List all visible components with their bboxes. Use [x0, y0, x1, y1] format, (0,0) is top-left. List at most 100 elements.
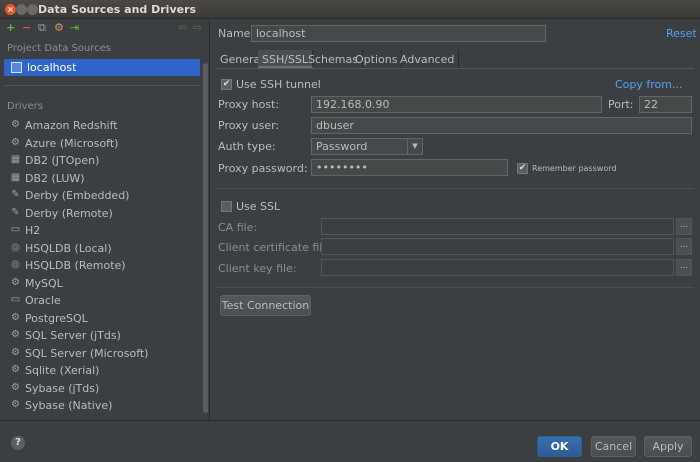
proxy-user-label: Proxy user: [218, 119, 280, 132]
driver-label: SQL Server (jTds) [25, 329, 121, 342]
driver-item[interactable]: ◎ HSQLDB (Remote) [10, 257, 200, 274]
driver-icon: ⚙ [11, 329, 20, 340]
driver-icon: ⚙ [11, 381, 20, 393]
tab-underline [216, 68, 694, 69]
driver-item[interactable]: ✎ Derby (Remote) [10, 205, 200, 222]
driver-label: H2 [25, 224, 41, 237]
driver-label: Sybase (Native) [25, 399, 113, 412]
client-cert-browse-button[interactable]: ... [676, 238, 692, 255]
client-cert-label: Client certificate file: [218, 241, 333, 254]
remember-password-checkbox[interactable]: ✔ [517, 163, 528, 174]
cancel-button[interactable]: Cancel [591, 436, 636, 457]
minimize-icon[interactable] [16, 4, 27, 15]
datasource-item-localhost[interactable]: localhost [4, 59, 200, 76]
driver-icon: ⚙ [11, 399, 20, 410]
driver-icon: ▦ [10, 154, 21, 165]
driver-icon: ▭ [10, 294, 21, 305]
driver-item[interactable]: ⚙ SQL Server (Microsoft) [10, 345, 200, 362]
test-connection-button[interactable]: Test Connection [220, 295, 311, 316]
copy-icon[interactable]: ⧉ [38, 22, 46, 34]
proxy-password-input[interactable] [311, 159, 508, 176]
driver-item[interactable]: ⚙ Sqlite (Xerial) [10, 362, 200, 379]
port-input[interactable] [639, 96, 692, 113]
driver-icon: ✎ [11, 189, 20, 200]
driver-icon: ◎ [11, 259, 20, 270]
driver-label: DB2 (LUW) [25, 171, 85, 185]
driver-item[interactable]: ▭ H2 [10, 222, 200, 239]
datasource-label: localhost [27, 61, 77, 74]
driver-icon: ⚙ [11, 364, 20, 375]
left-panel: + − ⧉ ⚙ ⇥ ⇦ ⇨ Project Data Sources local… [0, 19, 210, 420]
driver-label: Amazon Redshift [25, 119, 118, 132]
use-ssl-label: Use SSL [236, 200, 281, 213]
driver-item[interactable]: ⚙ Sybase (Native) [10, 397, 200, 414]
remove-icon[interactable]: − [22, 22, 31, 34]
driver-item[interactable]: ▭ Oracle [10, 292, 200, 309]
driver-label: Sqlite (Xerial) [25, 364, 100, 377]
reset-link[interactable]: Reset [666, 27, 697, 40]
import-icon[interactable]: ⇥ [70, 22, 79, 34]
driver-label: HSQLDB (Remote) [25, 259, 126, 272]
driver-item[interactable]: ⚙ PostgreSQL [10, 310, 200, 327]
name-input[interactable] [251, 25, 546, 42]
driver-label: SQL Server (Microsoft) [25, 346, 149, 360]
driver-item[interactable]: ▦ DB2 (JTOpen) [10, 152, 200, 169]
project-data-sources-header: Project Data Sources [7, 43, 112, 54]
help-icon[interactable]: ? [11, 436, 25, 450]
driver-item[interactable]: ▦ DB2 (LUW) [10, 170, 200, 187]
close-icon[interactable]: × [5, 4, 16, 15]
remember-password-label: Remember password [532, 164, 617, 173]
client-cert-input[interactable] [321, 238, 674, 255]
add-icon[interactable]: + [6, 22, 15, 34]
driver-item[interactable]: ✎ Derby (Embedded) [10, 187, 200, 204]
driver-item[interactable]: ⚙ Amazon Redshift [10, 117, 200, 134]
driver-icon: ⚙ [11, 119, 20, 130]
driver-label: DB2 (JTOpen) [25, 154, 100, 167]
tab-advanced[interactable]: Advanced [396, 50, 460, 68]
ca-file-input[interactable] [321, 218, 674, 235]
driver-icon: ⚙ [11, 136, 20, 148]
driver-icon: ◎ [11, 241, 20, 253]
ca-file-label: CA file: [218, 221, 258, 234]
driver-item[interactable]: ⚙ Azure (Microsoft) [10, 135, 200, 152]
tab-options[interactable]: Options [351, 50, 403, 68]
proxy-host-label: Proxy host: [218, 98, 280, 111]
use-ssh-label: Use SSH tunnel [236, 78, 321, 91]
maximize-icon[interactable] [27, 4, 38, 15]
forward-icon[interactable]: ⇨ [193, 22, 202, 34]
proxy-host-input[interactable] [311, 96, 602, 113]
ca-file-browse-button[interactable]: ... [676, 218, 692, 235]
ssl-separator [216, 287, 694, 288]
chevron-down-icon: ▼ [407, 139, 422, 154]
driver-icon: ▦ [10, 171, 21, 183]
driver-list-scrollbar[interactable] [203, 63, 208, 413]
driver-label: Derby (Embedded) [25, 189, 130, 202]
port-label: Port: [608, 98, 634, 111]
proxy-user-input[interactable] [311, 117, 692, 134]
driver-icon: ⚙ [11, 276, 20, 288]
back-icon[interactable]: ⇦ [178, 22, 187, 34]
driver-label: Oracle [25, 294, 61, 307]
drivers-header: Drivers [7, 101, 43, 112]
auth-type-select[interactable]: Password ▼ [311, 138, 423, 155]
driver-label: HSQLDB (Local) [25, 241, 112, 255]
driver-icon: ⚙ [11, 311, 20, 323]
use-ssl-checkbox[interactable] [221, 201, 232, 212]
driver-settings-icon[interactable]: ⚙ [54, 22, 64, 34]
driver-item[interactable]: ⚙ Sybase (jTds) [10, 380, 200, 397]
driver-item[interactable]: ◎ HSQLDB (Local) [10, 240, 200, 257]
use-ssh-checkbox[interactable]: ✔ [221, 79, 232, 90]
ok-button[interactable]: OK [537, 436, 582, 457]
copy-from-link[interactable]: Copy from... [615, 78, 683, 91]
client-key-input[interactable] [321, 259, 674, 276]
driver-item[interactable]: ⚙ MySQL [10, 275, 200, 292]
driver-label: MySQL [25, 276, 63, 290]
dialog-footer: ? OK Cancel Apply [0, 420, 700, 462]
driver-icon: ⚙ [11, 346, 20, 358]
driver-label: PostgreSQL [25, 311, 88, 325]
apply-button[interactable]: Apply [644, 436, 692, 457]
auth-type-label: Auth type: [218, 140, 276, 153]
driver-item[interactable]: ⚙ SQL Server (jTds) [10, 327, 200, 344]
client-key-browse-button[interactable]: ... [676, 259, 692, 276]
driver-label: Azure (Microsoft) [25, 136, 119, 150]
